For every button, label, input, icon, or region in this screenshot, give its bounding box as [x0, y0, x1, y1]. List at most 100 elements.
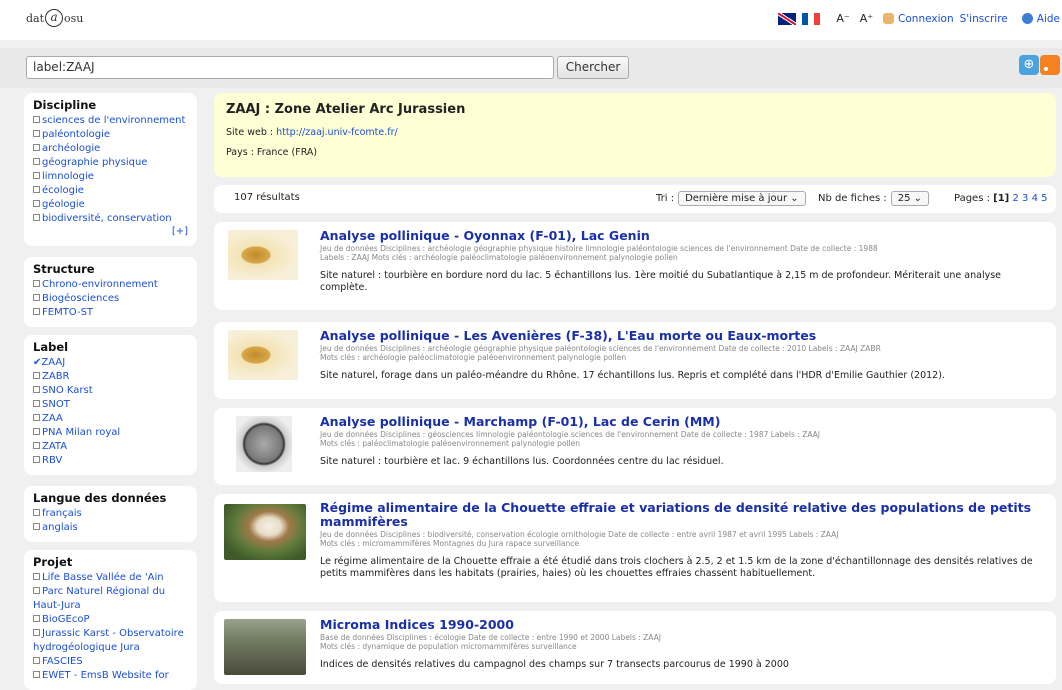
facet-item[interactable]: ZABR: [33, 370, 188, 384]
page-link[interactable]: 5: [1041, 193, 1047, 204]
result-description: Le régime alimentaire de la Chouette eff…: [320, 556, 1033, 579]
result-meta: Base de données Disciplines : écologie D…: [320, 633, 661, 642]
pollen-thumbnail[interactable]: [236, 416, 292, 472]
top-bar: dat a osu A⁻ A⁺ Connexion S'inscrire Aide: [0, 0, 1062, 40]
results-toolbar: 107 résultats Tri : Dernière mise à jour …: [214, 185, 1056, 213]
result-card: Microma Indices 1990-2000 Base de donnée…: [214, 611, 1056, 684]
page-size-select[interactable]: 25 ⌄: [890, 191, 930, 206]
sort-control: Tri : Dernière mise à jour ⌄: [656, 191, 806, 206]
result-description: Site naturel, forage dans un paléo-méand…: [320, 370, 945, 381]
result-title[interactable]: Microma Indices 1990-2000: [320, 618, 1046, 632]
help-icon: [1021, 13, 1033, 24]
result-meta: Mots clés : micromammifères Montagnes du…: [320, 539, 580, 548]
label-title: ZAAJ : Zone Atelier Arc Jurassien: [226, 102, 466, 117]
result-description: Site naturel : tourbière et lac. 9 échan…: [320, 456, 724, 467]
facet-item[interactable]: géographie physique: [33, 156, 188, 170]
site-logo[interactable]: dat a osu: [26, 9, 83, 27]
facet-item-selected[interactable]: ✔ZAAJ: [33, 356, 188, 370]
signup-link[interactable]: S'inscrire: [960, 13, 1008, 25]
facet-title: Langue des données: [33, 491, 167, 505]
user-icon: [883, 13, 895, 24]
facet-item[interactable]: ZAA: [33, 412, 188, 426]
facet-item[interactable]: anglais: [33, 521, 188, 535]
font-increase-button[interactable]: A⁺: [860, 12, 873, 25]
facet-item[interactable]: limnologie: [33, 170, 188, 184]
facet-langue: Langue des données français anglais: [24, 486, 197, 542]
results-count: 107 résultats: [234, 192, 300, 203]
facet-more-button[interactable]: [+]: [33, 226, 188, 237]
font-decrease-button[interactable]: A⁻: [836, 12, 849, 25]
facet-label: Label ✔ZAAJ ZABR SNO Karst SNOT ZAA PNA …: [24, 335, 197, 475]
facet-item[interactable]: EWET - EmsB Website for: [33, 669, 188, 683]
label-info-panel: ZAAJ : Zone Atelier Arc Jurassien Site w…: [214, 93, 1056, 177]
french-flag-icon[interactable]: [802, 12, 821, 25]
sort-select[interactable]: Dernière mise à jour ⌄: [678, 191, 806, 206]
site-web-link[interactable]: http://zaaj.univ-fcomte.fr/: [276, 127, 398, 138]
result-card: Analyse pollinique - Les Avenières (F-38…: [214, 322, 1056, 399]
globe-icon[interactable]: ⊕: [1019, 55, 1039, 75]
result-title[interactable]: Analyse pollinique - Les Avenières (F-38…: [320, 329, 1046, 343]
facet-discipline: Discipline sciences de l'environnement p…: [24, 93, 197, 246]
facet-item[interactable]: sciences de l'environnement: [33, 114, 188, 128]
result-meta: Labels : ZAAJ Mots clés : archéologie pa…: [320, 253, 678, 262]
facet-title: Structure: [33, 262, 95, 276]
facet-item[interactable]: Life Basse Vallée de 'Ain: [33, 571, 188, 585]
page-size-control: Nb de fiches :25 ⌄: [818, 191, 930, 206]
result-meta: Jeu de données Disciplines : géosciences…: [320, 430, 821, 439]
chevron-down-icon: ⌄: [790, 193, 799, 204]
facet-item[interactable]: Jurassic Karst - Observatoire hydrogéolo…: [33, 627, 188, 655]
facet-item[interactable]: Biogéosciences: [33, 292, 188, 306]
result-meta: Jeu de données Disciplines : biodiversit…: [320, 530, 839, 539]
facet-item[interactable]: géologie: [33, 198, 188, 212]
site-web-line: Site web : http://zaaj.univ-fcomte.fr/: [226, 127, 398, 138]
pagination: Pages : [1] 2 3 4 5: [954, 193, 1048, 204]
help-link[interactable]: Aide: [1037, 13, 1060, 25]
page-link[interactable]: 3: [1022, 193, 1028, 204]
pollen-thumbnail[interactable]: [228, 330, 298, 380]
feed-icons: ⊕: [1019, 55, 1060, 75]
result-meta: Jeu de données Disciplines : archéologie…: [320, 244, 878, 253]
search-input[interactable]: label:ZAAJ: [26, 56, 554, 79]
owl-photo[interactable]: [224, 504, 306, 560]
rss-icon[interactable]: [1040, 55, 1060, 75]
logo-text-right: osu: [64, 11, 84, 25]
facet-item[interactable]: FEMTO-ST: [33, 306, 188, 320]
facet-item[interactable]: BioGEcoP: [33, 613, 188, 627]
result-title[interactable]: Analyse pollinique - Oyonnax (F-01), Lac…: [320, 229, 1046, 243]
logo-circle: a: [45, 9, 64, 27]
pollen-thumbnail[interactable]: [228, 230, 298, 280]
facet-item[interactable]: ZATA: [33, 440, 188, 454]
facet-item[interactable]: écologie: [33, 184, 188, 198]
facet-item[interactable]: SNOT: [33, 398, 188, 412]
facet-title: Discipline: [33, 98, 97, 112]
page-link[interactable]: 2: [1012, 193, 1018, 204]
result-card: Régime alimentaire de la Chouette effrai…: [214, 494, 1056, 602]
current-page: [1]: [993, 193, 1010, 204]
facet-item[interactable]: FASCIES: [33, 655, 188, 669]
facet-item[interactable]: français: [33, 507, 188, 521]
facet-item[interactable]: RBV: [33, 454, 188, 468]
facet-item[interactable]: Chrono-environnement: [33, 278, 188, 292]
facet-item[interactable]: archéologie: [33, 142, 188, 156]
pays-line: Pays : France (FRA): [226, 147, 318, 158]
field-photo[interactable]: [224, 619, 306, 675]
result-card: Analyse pollinique - Oyonnax (F-01), Lac…: [214, 222, 1056, 310]
facet-item[interactable]: paléontologie: [33, 128, 188, 142]
facet-title: Projet: [33, 555, 73, 569]
result-title[interactable]: Régime alimentaire de la Chouette effrai…: [320, 501, 1046, 529]
facet-projet: Projet Life Basse Vallée de 'Ain Parc Na…: [24, 550, 197, 690]
page-link[interactable]: 4: [1032, 193, 1038, 204]
facet-item[interactable]: PNA Milan royal: [33, 426, 188, 440]
facet-item[interactable]: SNO Karst: [33, 384, 188, 398]
result-card: Analyse pollinique - Marchamp (F-01), La…: [214, 408, 1056, 485]
search-button[interactable]: Chercher: [557, 56, 629, 79]
facet-item[interactable]: Parc Naturel Régional du Haut-Jura: [33, 585, 188, 613]
login-link[interactable]: Connexion: [898, 13, 954, 25]
logo-text-left: dat: [26, 11, 45, 25]
english-flag-icon[interactable]: [778, 12, 797, 25]
result-meta: Mots clés : paléoclimatologie paléoenvir…: [320, 439, 580, 448]
top-links: A⁻ A⁺ Connexion S'inscrire Aide: [778, 12, 1062, 25]
result-title[interactable]: Analyse pollinique - Marchamp (F-01), La…: [320, 415, 1046, 429]
facet-item[interactable]: biodiversité, conservation: [33, 212, 188, 226]
chevron-down-icon: ⌄: [913, 193, 923, 204]
